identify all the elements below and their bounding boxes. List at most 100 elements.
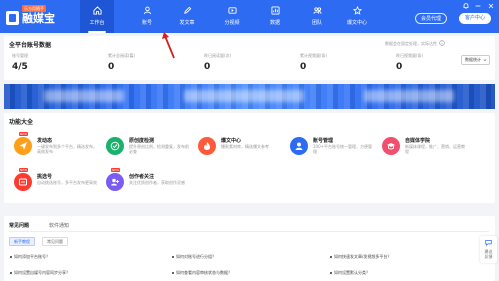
fire-icon bbox=[204, 142, 210, 150]
feedback-label-2: 反馈 bbox=[484, 254, 493, 259]
chip-beginner-guide[interactable]: 新手教程 bbox=[9, 237, 35, 246]
nav-item-publish-article[interactable]: 发文章 bbox=[170, 0, 204, 33]
info-icon[interactable] bbox=[439, 40, 445, 46]
nav-item-account[interactable]: 账号 bbox=[130, 0, 164, 33]
features-title: 功能大全 bbox=[9, 119, 34, 126]
faq-card: 常见问题 软件通知 新手教程 常见问题 如何添加平台账号？ 如何对账号进行分组？… bbox=[4, 216, 495, 281]
feature-desc: 一键发布到多个平台，精选发布，高效发布 bbox=[37, 144, 97, 154]
nav-item-data[interactable]: 数据 bbox=[258, 0, 292, 33]
nav-label: 团队 bbox=[311, 20, 322, 26]
annotation-arrow bbox=[162, 32, 175, 59]
faq-question[interactable]: 如何设置自媒号内容同步分享？ bbox=[10, 270, 70, 276]
faq-question[interactable]: 如何查看内容审核状态与数据？ bbox=[172, 270, 232, 276]
nav-item-video[interactable]: 分视频 bbox=[215, 0, 249, 33]
feature-desc: 新媒体课程，推广、营销、运营教程 bbox=[405, 144, 465, 154]
feature-desc: 爆款素材库，精选爆文参考 bbox=[221, 144, 269, 149]
send-icon bbox=[19, 142, 27, 150]
dropdown-value: 数据统计 bbox=[465, 57, 481, 62]
stat-label: 昨日阅读量(次) bbox=[204, 53, 232, 58]
stat-label: 账号管理 bbox=[12, 53, 28, 58]
nav-label: 发文章 bbox=[179, 20, 195, 26]
tab-faq[interactable]: 常见问题 bbox=[9, 222, 30, 232]
feature-icon-bg bbox=[14, 173, 32, 191]
faq-question[interactable]: 如何添加平台账号？ bbox=[10, 254, 50, 260]
close-icon[interactable] bbox=[487, 2, 495, 10]
feature-creator-follow[interactable]: NEW 创作者关注 关注优质创作者，获取创作灵感 bbox=[106, 168, 194, 201]
star-icon bbox=[353, 6, 362, 15]
stat-value: 0 bbox=[300, 62, 307, 72]
promo-banner[interactable] bbox=[4, 84, 495, 109]
new-badge: NEW bbox=[19, 132, 29, 136]
follow-icon bbox=[111, 178, 119, 186]
chart-icon bbox=[271, 6, 280, 15]
feature-name: 原创度检测 bbox=[129, 138, 155, 144]
client-center-button[interactable]: 客户中心 bbox=[459, 13, 491, 24]
feature-name: 挑选号 bbox=[37, 174, 53, 180]
brand-logo[interactable]: 乐方用随手 融媒宝 bbox=[6, 5, 66, 29]
stats-title: 全平台账号数据 bbox=[9, 42, 52, 49]
home-icon bbox=[93, 6, 102, 15]
feature-originality-check[interactable]: 原创度检测 提升原创比例，检测重复，发布前必查 bbox=[106, 135, 194, 165]
nav-label: 账号 bbox=[141, 20, 152, 26]
feedback-icon bbox=[485, 240, 492, 246]
stats-range-dropdown[interactable]: 数据统计 bbox=[461, 55, 490, 65]
nav-item-workbench[interactable]: 工作台 bbox=[80, 0, 114, 33]
stat-label: 累计视频量(条) bbox=[300, 53, 328, 58]
brand-tag: 乐方用随手 bbox=[22, 5, 46, 12]
feature-account-management[interactable]: 账号管理 100+平台账号统一管理，方便管理 bbox=[290, 135, 378, 165]
pen-icon bbox=[184, 6, 192, 14]
banner-blur-block bbox=[184, 90, 304, 102]
nav-item-team[interactable]: 团队 bbox=[300, 0, 334, 33]
stat-total-videos: 累计视频量(条) 0 bbox=[300, 53, 380, 72]
feature-icon-bg bbox=[290, 137, 308, 155]
feature-icon-bg bbox=[382, 137, 400, 155]
nav-label: 数据 bbox=[269, 20, 280, 26]
faq-question[interactable]: 如何快速发文章/发视频多平台？ bbox=[329, 254, 391, 260]
nav-label: 爆文中心 bbox=[346, 20, 367, 26]
stat-value: 0 bbox=[108, 62, 115, 72]
bell-icon[interactable] bbox=[462, 2, 470, 10]
feature-desc: 提升原创比例，检测重复，发布前必查 bbox=[129, 144, 189, 154]
feature-name: 自媒体学院 bbox=[405, 138, 431, 144]
feature-pick-account[interactable]: NEW 挑选号 自动挑选账号，多平台发布更高效 bbox=[14, 168, 102, 201]
feature-icon-bg bbox=[198, 137, 216, 155]
feature-name: 账号管理 bbox=[313, 138, 334, 144]
feature-icon-bg bbox=[106, 173, 124, 191]
feature-icon-bg bbox=[106, 137, 124, 155]
pick-icon bbox=[19, 178, 27, 186]
minimize-icon[interactable] bbox=[474, 2, 482, 10]
features-card: 功能大全 NEW 发动态 一键发布到多个平台，精选发布，高效发布 原创度检测 提… bbox=[4, 113, 495, 203]
stat-value: 4/5 bbox=[12, 62, 28, 72]
account-icon bbox=[295, 142, 303, 150]
feedback-button[interactable]: 建议 反馈 bbox=[480, 236, 497, 263]
feature-desc: 关注优质创作者，获取创作灵感 bbox=[129, 180, 185, 185]
stat-yesterday-reads: 昨日阅读量(次) 0 bbox=[204, 53, 284, 72]
feature-name: 发动态 bbox=[37, 138, 53, 144]
member-agent-button[interactable]: 会员代理 bbox=[415, 13, 447, 24]
feature-viral-center[interactable]: 爆文中心 爆款素材库，精选爆文参考 bbox=[198, 135, 286, 165]
brand-name: 融媒宝 bbox=[22, 12, 55, 25]
faq-question[interactable]: 如何设置默认分类？ bbox=[330, 270, 370, 276]
faq-question[interactable]: 如何对账号进行分组？ bbox=[172, 254, 216, 260]
feature-icon-bg bbox=[14, 137, 32, 155]
feature-desc: 自动挑选账号，多平台发布更高效 bbox=[37, 180, 97, 185]
feature-desc: 100+平台账号统一管理，方便管理 bbox=[313, 144, 372, 154]
stat-account-count: 账号管理 4/5 bbox=[12, 53, 92, 72]
feature-name: 爆文中心 bbox=[221, 138, 242, 144]
tab-notifications[interactable]: 软件通知 bbox=[49, 222, 69, 229]
nav-label: 工作台 bbox=[89, 20, 105, 26]
logo-icon bbox=[6, 11, 19, 25]
feature-media-academy[interactable]: 自媒体学院 新媒体课程，推广、营销、运营教程 bbox=[382, 135, 470, 165]
chevron-down-icon bbox=[483, 59, 487, 62]
feature-name: 创作者关注 bbox=[129, 174, 155, 180]
nav-item-viral-center[interactable]: 爆文中心 bbox=[340, 0, 374, 33]
nav-label: 分视频 bbox=[224, 20, 240, 26]
chip-common-questions[interactable]: 常见问题 bbox=[42, 237, 68, 246]
top-nav-bar: 乐方用随手 融媒宝 工作台 账号 发文章 分视频 数据 团队 爆文中心 会员代理… bbox=[0, 0, 499, 33]
stat-value: 0 bbox=[204, 62, 211, 72]
banner-blur-block bbox=[44, 90, 124, 102]
tab-divider bbox=[9, 231, 489, 232]
feature-post-update[interactable]: NEW 发动态 一键发布到多个平台，精选发布，高效发布 bbox=[14, 132, 102, 165]
user-icon bbox=[143, 6, 152, 15]
banner-blur-block bbox=[364, 90, 454, 102]
